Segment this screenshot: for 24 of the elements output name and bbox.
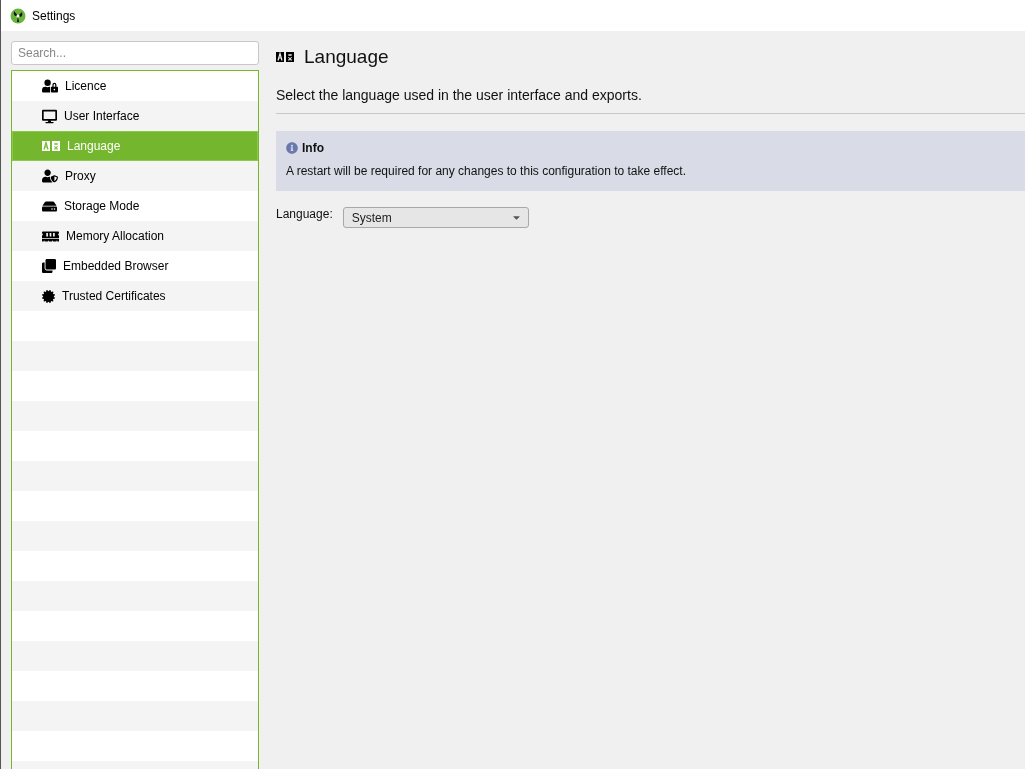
language-icon [276,52,294,62]
language-icon [42,141,60,151]
sidebar-item[interactable]: Memory Allocation [12,221,258,251]
sidebar-item[interactable]: Proxy [12,161,258,191]
user-shield-icon [42,168,58,184]
sidebar-item[interactable]: User Interface [12,101,258,131]
sidebar-item[interactable]: Trusted Certificates [12,281,258,311]
app-logo-icon [10,7,26,24]
field-label: Language: [276,207,333,221]
info-icon [286,142,298,154]
sidebar-item[interactable]: Embedded Browser [12,251,258,281]
monitor-icon [42,108,57,124]
window-title: Settings [32,8,76,23]
sidebar-item[interactable]: Licence [12,71,258,101]
search-field[interactable]: Search... [11,41,259,65]
windows-icon [42,259,56,273]
info-text: A restart will be required for any changes to this configuration to take effect. [286,164,687,178]
certificate-icon [42,289,55,303]
language-dropdown[interactable]: System [342,207,529,228]
sidebar-item[interactable]: Storage Mode [12,191,258,221]
page-description: Select the language used in the user interface and exports. [276,87,1025,114]
user-lock-icon [42,78,58,94]
page-title: Language [304,46,389,68]
info-title: Info [302,141,324,155]
